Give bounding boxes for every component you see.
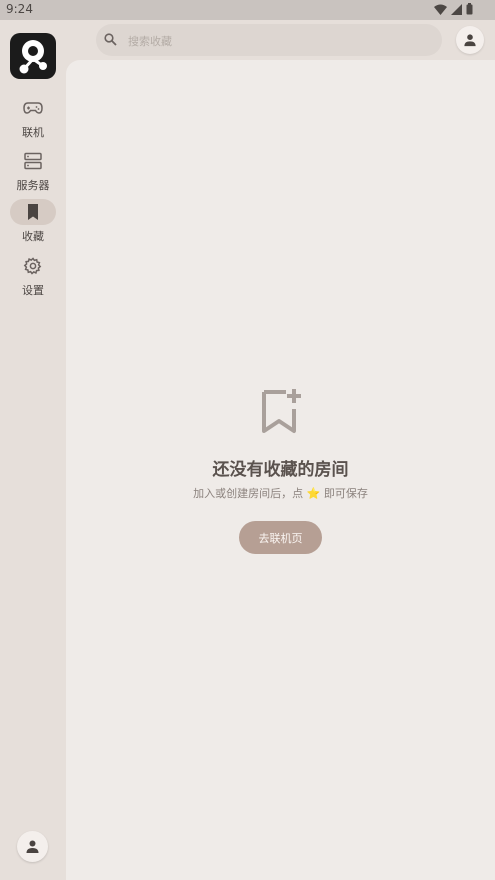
favorites-content: 还没有收藏的房间 加入或创建房间后，点 ⭐ 即可保存 去联机页 [66,60,495,880]
battery-icon [466,3,473,15]
nav-label: 收藏 [22,230,44,243]
nav-item-settings[interactable]: 设置 [0,253,66,301]
empty-desc-after: 即可保存 [323,487,368,500]
empty-state-description: 加入或创建房间后，点 ⭐ 即可保存 [66,485,495,501]
empty-desc-before: 加入或创建房间后，点 [193,487,304,500]
search-input[interactable] [126,30,430,52]
status-time: 9:24 [6,2,33,16]
go-to-online-button[interactable]: 去联机页 [239,521,322,554]
app-logo [10,33,56,79]
gear-icon [23,257,43,275]
profile-avatar-button[interactable] [456,26,484,54]
nav-item-favorites[interactable]: 收藏 [0,199,66,247]
navigation-rail: 联机 服务器 收藏 设置 [0,20,66,880]
search-bar[interactable] [96,24,442,56]
empty-state-title: 还没有收藏的房间 [212,460,349,480]
nav-item-online[interactable]: 联机 [0,95,66,143]
nav-label: 设置 [22,284,44,297]
bookmark-add-icon [260,387,302,439]
person-icon [464,34,476,47]
status-bar: 9:24 [0,0,495,20]
wifi-icon [434,4,447,15]
account-avatar-button[interactable] [17,831,48,862]
person-icon [26,840,39,853]
gamepad-icon [23,99,43,117]
nav-item-servers[interactable]: 服务器 [0,148,66,196]
bookmark-icon [23,203,43,221]
nav-label: 服务器 [16,179,50,192]
star-icon: ⭐ [306,487,321,500]
status-icons [434,3,473,15]
server-icon [23,152,43,170]
cellular-icon [451,3,462,15]
search-icon [104,33,117,46]
nav-label: 联机 [22,126,44,139]
